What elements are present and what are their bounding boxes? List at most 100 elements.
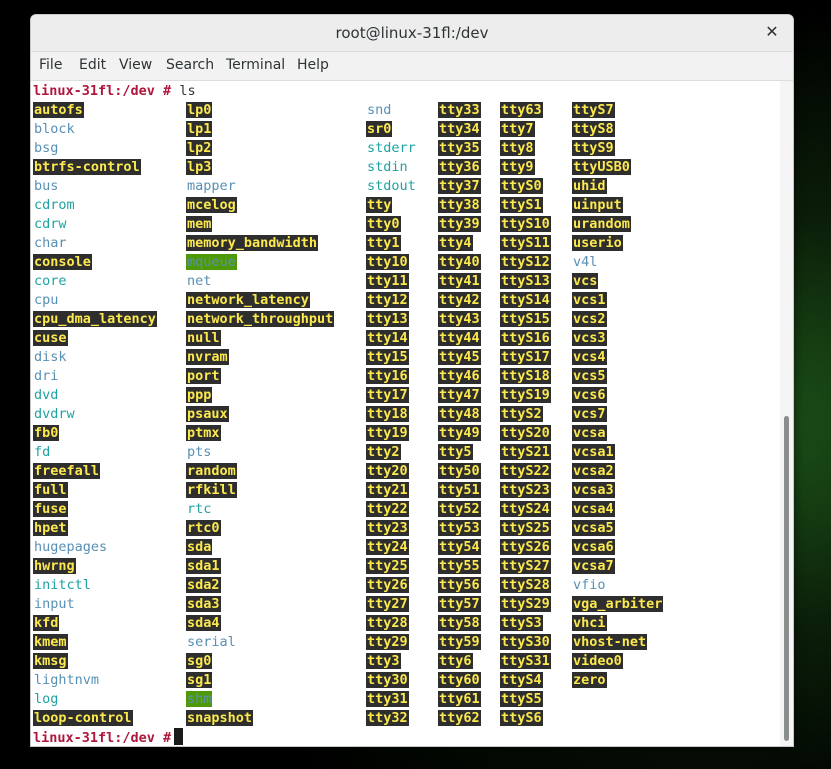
- ls-entry-name: lp2: [186, 140, 213, 156]
- menu-file[interactable]: File: [39, 57, 62, 73]
- ls-entry: ttyS1: [500, 196, 551, 215]
- menu-help[interactable]: Help: [297, 57, 329, 73]
- ls-entry-name: rfkill: [186, 482, 237, 498]
- ls-entry-name: mem: [186, 216, 213, 232]
- ls-entry-name: nvram: [186, 349, 229, 365]
- ls-entry: ttyS30: [500, 633, 551, 652]
- ls-entry: sg0: [186, 652, 334, 671]
- ls-entry-name: ttyS13: [500, 273, 551, 289]
- ls-entry: cuse: [33, 329, 157, 348]
- ls-entry: mem: [186, 215, 334, 234]
- ls-entry-name: tty40: [438, 254, 481, 270]
- ls-entry-name: tty47: [438, 387, 481, 403]
- ls-entry: tty14: [366, 329, 417, 348]
- ls-entry-name: shm: [186, 691, 213, 707]
- ls-entry-name: log: [34, 691, 59, 707]
- ls-entry: tty10: [366, 253, 417, 272]
- ls-entry: hwrng: [33, 557, 157, 576]
- ls-entry: stderr: [366, 139, 417, 158]
- menu-view[interactable]: View: [119, 57, 152, 73]
- ls-entry: kfd: [33, 614, 157, 633]
- ls-entry-name: hugepages: [34, 539, 108, 555]
- ls-entry: nvram: [186, 348, 334, 367]
- ls-entry: dri: [33, 367, 157, 386]
- ls-entry-name: stderr: [367, 140, 416, 156]
- ls-entry: cdrom: [33, 196, 157, 215]
- ls-entry-name: ttyS12: [500, 254, 551, 270]
- close-icon[interactable]: ✕: [761, 21, 783, 43]
- ls-entry: rtc: [186, 500, 334, 519]
- ls-entry: tty30: [366, 671, 417, 690]
- ls-entry-name: tty3: [366, 653, 401, 669]
- ls-entry: tty63: [500, 101, 551, 120]
- ls-entry: tty20: [366, 462, 417, 481]
- ls-entry-name: rtc0: [186, 520, 221, 536]
- ls-entry: ttyS29: [500, 595, 551, 614]
- ls-entry: tty40: [438, 253, 481, 272]
- ls-entry-name: ptmx: [186, 425, 221, 441]
- ls-column-3: snd sr0 stderr stdin stdout tty tty0 tty1 tty10 t…: [366, 101, 417, 728]
- ls-entry-name: tty46: [438, 368, 481, 384]
- ls-entry-name: tty24: [366, 539, 409, 555]
- terminal-output[interactable]: linux-31fl:/dev # ls autofs block bsg btrfs…: [31, 81, 780, 746]
- ls-entry-name: vcsa3: [572, 482, 615, 498]
- ls-entry-name: vcsa2: [572, 463, 615, 479]
- ls-entry-name: tty33: [438, 102, 481, 118]
- ls-entry-name: tty29: [366, 634, 409, 650]
- ls-entry: vhci: [572, 614, 663, 633]
- ls-entry-name: ttyS6: [500, 710, 543, 726]
- title-bar[interactable]: root@linux-31fl:/dev ✕: [31, 15, 793, 52]
- ls-entry: ttyS16: [500, 329, 551, 348]
- ls-entry-name: snd: [367, 102, 392, 118]
- ls-entry-name: net: [187, 273, 212, 289]
- menu-edit[interactable]: Edit: [79, 57, 106, 73]
- ls-entry-name: dvd: [34, 387, 59, 403]
- ls-entry-name: rtc: [187, 501, 212, 517]
- ls-entry: kmsg: [33, 652, 157, 671]
- ls-entry: lp1: [186, 120, 334, 139]
- ls-entry: dvdrw: [33, 405, 157, 424]
- ls-entry-name: console: [33, 254, 92, 270]
- ls-entry-name: sr0: [366, 121, 393, 137]
- ls-entry-name: bus: [34, 178, 59, 194]
- ls-entry: shm: [186, 690, 334, 709]
- ls-entry-name: ttyS1: [500, 197, 543, 213]
- ls-entry-name: tty44: [438, 330, 481, 346]
- ls-entry-name: input: [34, 596, 75, 612]
- ls-entry: vcsa: [572, 424, 663, 443]
- ls-entry: ttyS28: [500, 576, 551, 595]
- ls-entry-name: loop-control: [33, 710, 133, 726]
- vertical-scrollbar[interactable]: [780, 81, 793, 746]
- ls-entry: tty25: [366, 557, 417, 576]
- ls-entry-name: ttyS15: [500, 311, 551, 327]
- ls-entry: full: [33, 481, 157, 500]
- ls-entry-name: ttyS9: [572, 140, 615, 156]
- ls-entry: ttyS7: [572, 101, 663, 120]
- scrollbar-thumb[interactable]: [784, 416, 789, 741]
- ls-entry-name: tty19: [366, 425, 409, 441]
- ls-entry-name: sda4: [186, 615, 221, 631]
- ls-entry-name: cuse: [33, 330, 68, 346]
- ls-entry-name: port: [186, 368, 221, 384]
- ls-entry: lp3: [186, 158, 334, 177]
- ls-entry: ttyS18: [500, 367, 551, 386]
- menu-terminal[interactable]: Terminal: [226, 57, 285, 73]
- ls-entry: zero: [572, 671, 663, 690]
- ls-entry: vcsa5: [572, 519, 663, 538]
- ls-entry: serial: [186, 633, 334, 652]
- ls-column-1: autofs block bsg btrfs-control bus cdrom cdrw c…: [33, 101, 157, 728]
- ls-entry: stdout: [366, 177, 417, 196]
- ls-entry-name: memory_bandwidth: [186, 235, 319, 251]
- ls-entry-name: tty26: [366, 577, 409, 593]
- ls-entry-name: ttyS23: [500, 482, 551, 498]
- ls-entry: core: [33, 272, 157, 291]
- ls-entry-name: vga_arbiter: [572, 596, 664, 612]
- menu-search[interactable]: Search: [166, 57, 214, 73]
- ls-entry: lightnvm: [33, 671, 157, 690]
- ls-entry: disk: [33, 348, 157, 367]
- ls-entry-name: vfio: [573, 577, 606, 593]
- prompt: linux-31fl:/dev #: [33, 83, 172, 99]
- ls-entry: network_latency: [186, 291, 334, 310]
- ls-entry: vcs4: [572, 348, 663, 367]
- ls-entry-name: tty6: [438, 653, 473, 669]
